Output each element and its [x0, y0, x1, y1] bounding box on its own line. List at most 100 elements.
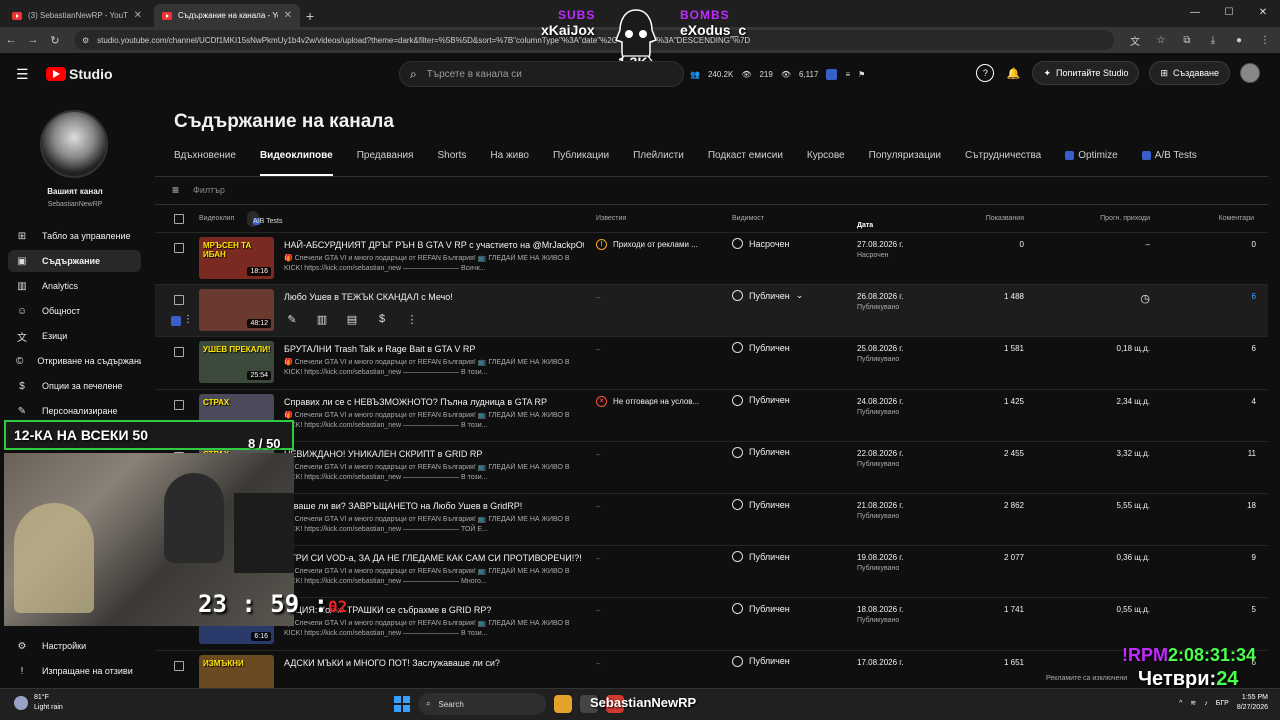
- bookmark-star-icon[interactable]: ☆: [1150, 30, 1172, 50]
- tray-chevron-icon[interactable]: ^: [1179, 700, 1182, 707]
- tab-ab-tests[interactable]: A/B Tests: [1141, 150, 1197, 176]
- extension-icon[interactable]: ⚑: [858, 70, 865, 79]
- ask-studio-button[interactable]: ✦ Попитайте Studio: [1032, 61, 1140, 85]
- windows-start-icon[interactable]: [394, 696, 410, 712]
- tab-posts[interactable]: Публикации: [553, 150, 609, 176]
- close-tab-icon[interactable]: ✕: [284, 10, 292, 21]
- sidebar-item-content[interactable]: ▣ Съдържание: [8, 250, 141, 272]
- sidebar-item-settings[interactable]: ⚙ Настройки: [8, 635, 141, 657]
- vidiq-icon[interactable]: [171, 316, 181, 327]
- sidebar-item-customize[interactable]: ✎ Персонализиране: [8, 400, 141, 422]
- video-comments[interactable]: 6: [1252, 292, 1256, 301]
- row-checkbox[interactable]: [174, 347, 184, 358]
- sidebar-item-earn[interactable]: $ Опции за печелене: [8, 375, 141, 397]
- filter-icon[interactable]: ≡: [172, 183, 179, 197]
- visibility-selector[interactable]: Публичен: [732, 603, 790, 615]
- tab-videos[interactable]: Видеоклипове: [259, 150, 333, 176]
- row-checkbox[interactable]: [174, 660, 184, 671]
- app-icon[interactable]: [554, 695, 572, 713]
- table-row[interactable]: СТРАХ33:47Справих ли се с НЕВЪЗМОЖНОТО? …: [155, 388, 1268, 441]
- list-icon[interactable]: ≡: [845, 70, 850, 79]
- tab-promotions[interactable]: Популяризации: [869, 150, 941, 176]
- visibility-selector[interactable]: Публичен: [732, 655, 790, 667]
- weather-widget[interactable]: 81°F Light rain: [14, 693, 63, 713]
- video-title[interactable]: БРУТАЛНИ Trash Talk и Rage Bait в GTA V …: [284, 344, 584, 354]
- wifi-icon[interactable]: ≋: [1190, 699, 1196, 707]
- video-notice[interactable]: ! Приходи от реклами ...: [596, 239, 698, 250]
- tab-podcasts[interactable]: Подкаст емисии: [708, 150, 783, 176]
- forward-icon[interactable]: →: [22, 29, 44, 51]
- table-row[interactable]: МРЪСЕН ТА ИБАН 18:16 НАЙ-АБСУРДНИЯТ ДРЪГ Р…: [155, 232, 1268, 284]
- taskbar-search[interactable]: ⌕ Search: [418, 693, 546, 715]
- video-title[interactable]: НЕВИЖДАНО! УНИКАЛЕН СКРИПТ в GRID RP: [284, 449, 584, 459]
- video-title[interactable]: АДСКИ МЪКИ и МНОГО ПОТ! Заслужаваше ли с…: [284, 658, 584, 668]
- video-thumbnail[interactable]: УШЕВ ПРЕКАЛИ! 25:54: [199, 341, 274, 384]
- channel-search-input[interactable]: ⌕ Търсете в канала си: [399, 61, 684, 87]
- video-notice[interactable]: ✕ Не отговаря на услов...: [596, 395, 699, 407]
- tab-live-streams[interactable]: Предавания: [357, 150, 414, 176]
- site-info-icon[interactable]: ⚙: [82, 36, 89, 45]
- edit-pencil-icon[interactable]: ✎: [285, 313, 299, 326]
- comments-icon[interactable]: ▤: [345, 313, 359, 326]
- video-thumbnail[interactable]: МРЪСЕН ТА ИБАН 18:16: [199, 237, 274, 279]
- tab-optimize[interactable]: Optimize: [1065, 150, 1118, 176]
- menu-kebab-icon[interactable]: ⋮: [1254, 30, 1276, 50]
- profile-icon[interactable]: ●: [1228, 30, 1250, 50]
- help-icon[interactable]: ?: [976, 64, 995, 82]
- close-tab-icon[interactable]: ✕: [134, 10, 142, 21]
- video-thumbnail[interactable]: 48:12: [199, 289, 274, 332]
- sidebar-item-feedback[interactable]: ! Изпращане на отзиви: [8, 660, 141, 682]
- sidebar-item-dashboard[interactable]: ⊞ Табло за управление: [8, 225, 141, 247]
- sidebar-item-analytics[interactable]: ▥ Analytics: [8, 275, 141, 297]
- table-row[interactable]: УШЕВ ПРЕКАЛИ! 25:54 БРУТАЛНИ Trash Talk и …: [155, 336, 1268, 388]
- table-row[interactable]: лсваше ли ви? ЗАВРЪЩАНЕТО на Любо Ушев в…: [155, 493, 1268, 545]
- new-tab-button[interactable]: +: [300, 4, 320, 27]
- sidebar-item-copyright[interactable]: © Откриване на съдържание: [8, 350, 141, 372]
- table-row[interactable]: СТРАХНЕВИЖДАНО! УНИКАЛЕН СКРИПТ в GRID R…: [155, 440, 1268, 493]
- table-row[interactable]: 48:12 Любо Ушев в ТЕЖЪК СКАНДАЛ с Мечо! ⋮ ✎…: [155, 284, 1268, 337]
- ab-tests-chip[interactable]: A/B Tests: [247, 211, 282, 227]
- row-checkbox[interactable]: [174, 399, 184, 410]
- tab-courses[interactable]: Курсове: [807, 150, 845, 176]
- video-title[interactable]: СТРИ СИ VOD-а, ЗА ДА НЕ ГЛЕДАМЕ КАК САМ …: [284, 553, 584, 563]
- tab-inspiration[interactable]: Вдъхновение: [174, 150, 236, 176]
- tab-shorts[interactable]: Shorts: [437, 150, 466, 176]
- translate-icon[interactable]: 文: [1124, 30, 1146, 50]
- create-button[interactable]: ⊞ Създаване: [1149, 61, 1230, 85]
- visibility-selector[interactable]: Насрочен: [732, 238, 789, 249]
- volume-icon[interactable]: ♪: [1204, 700, 1208, 707]
- account-avatar[interactable]: [1240, 63, 1260, 83]
- monetization-icon[interactable]: $: [375, 313, 389, 326]
- more-options-icon[interactable]: ⋮: [183, 314, 193, 325]
- select-all-checkbox[interactable]: [174, 214, 184, 224]
- back-icon[interactable]: ←: [0, 29, 22, 51]
- video-title[interactable]: НАЙ-АБСУРДНИЯТ ДРЪГ РЪН В GTA V RP с уча…: [284, 240, 584, 250]
- visibility-selector[interactable]: Публичен: [732, 499, 790, 510]
- minimize-icon[interactable]: —: [1178, 0, 1212, 24]
- download-icon[interactable]: ⤓: [1202, 30, 1224, 50]
- visibility-selector[interactable]: Публичен: [732, 446, 790, 458]
- reload-icon[interactable]: ↻: [44, 29, 66, 51]
- visibility-selector[interactable]: Публичен ⌄: [732, 290, 803, 302]
- notifications-bell-icon[interactable]: 🔔: [1004, 64, 1022, 82]
- vidiq-badge-icon[interactable]: [826, 68, 838, 80]
- sidebar-item-languages[interactable]: 文 Езици: [8, 325, 141, 347]
- taskbar-clock[interactable]: 1:55 PM 8/27/2026: [1237, 693, 1268, 713]
- filter-bar[interactable]: ≡ Филтър: [172, 183, 225, 197]
- close-window-icon[interactable]: ✕: [1246, 0, 1280, 24]
- video-title[interactable]: Любо Ушев в ТЕЖЪК СКАНДАЛ с Мечо!: [284, 292, 584, 302]
- hamburger-menu-icon[interactable]: ☰: [16, 66, 32, 83]
- browser-tab-studio[interactable]: Съдържание на канала - YouTube ✕: [154, 4, 300, 27]
- more-options-icon[interactable]: ⋮: [405, 313, 419, 326]
- visibility-selector[interactable]: Публичен: [732, 551, 790, 563]
- tab-playlists[interactable]: Плейлисти: [633, 150, 684, 176]
- row-checkbox[interactable]: [174, 295, 184, 306]
- channel-avatar[interactable]: [40, 110, 108, 178]
- extensions-icon[interactable]: ⧉: [1176, 30, 1198, 50]
- maximize-icon[interactable]: ☐: [1212, 0, 1246, 24]
- tab-collaborations[interactable]: Сътрудничества: [965, 150, 1041, 176]
- studio-logo[interactable]: Studio: [46, 66, 113, 82]
- visibility-selector[interactable]: Публичен: [732, 394, 790, 406]
- analytics-icon[interactable]: ▥: [315, 313, 329, 326]
- browser-tab-youtube[interactable]: (3) SebastianNewRP - YouTube ✕: [4, 4, 150, 27]
